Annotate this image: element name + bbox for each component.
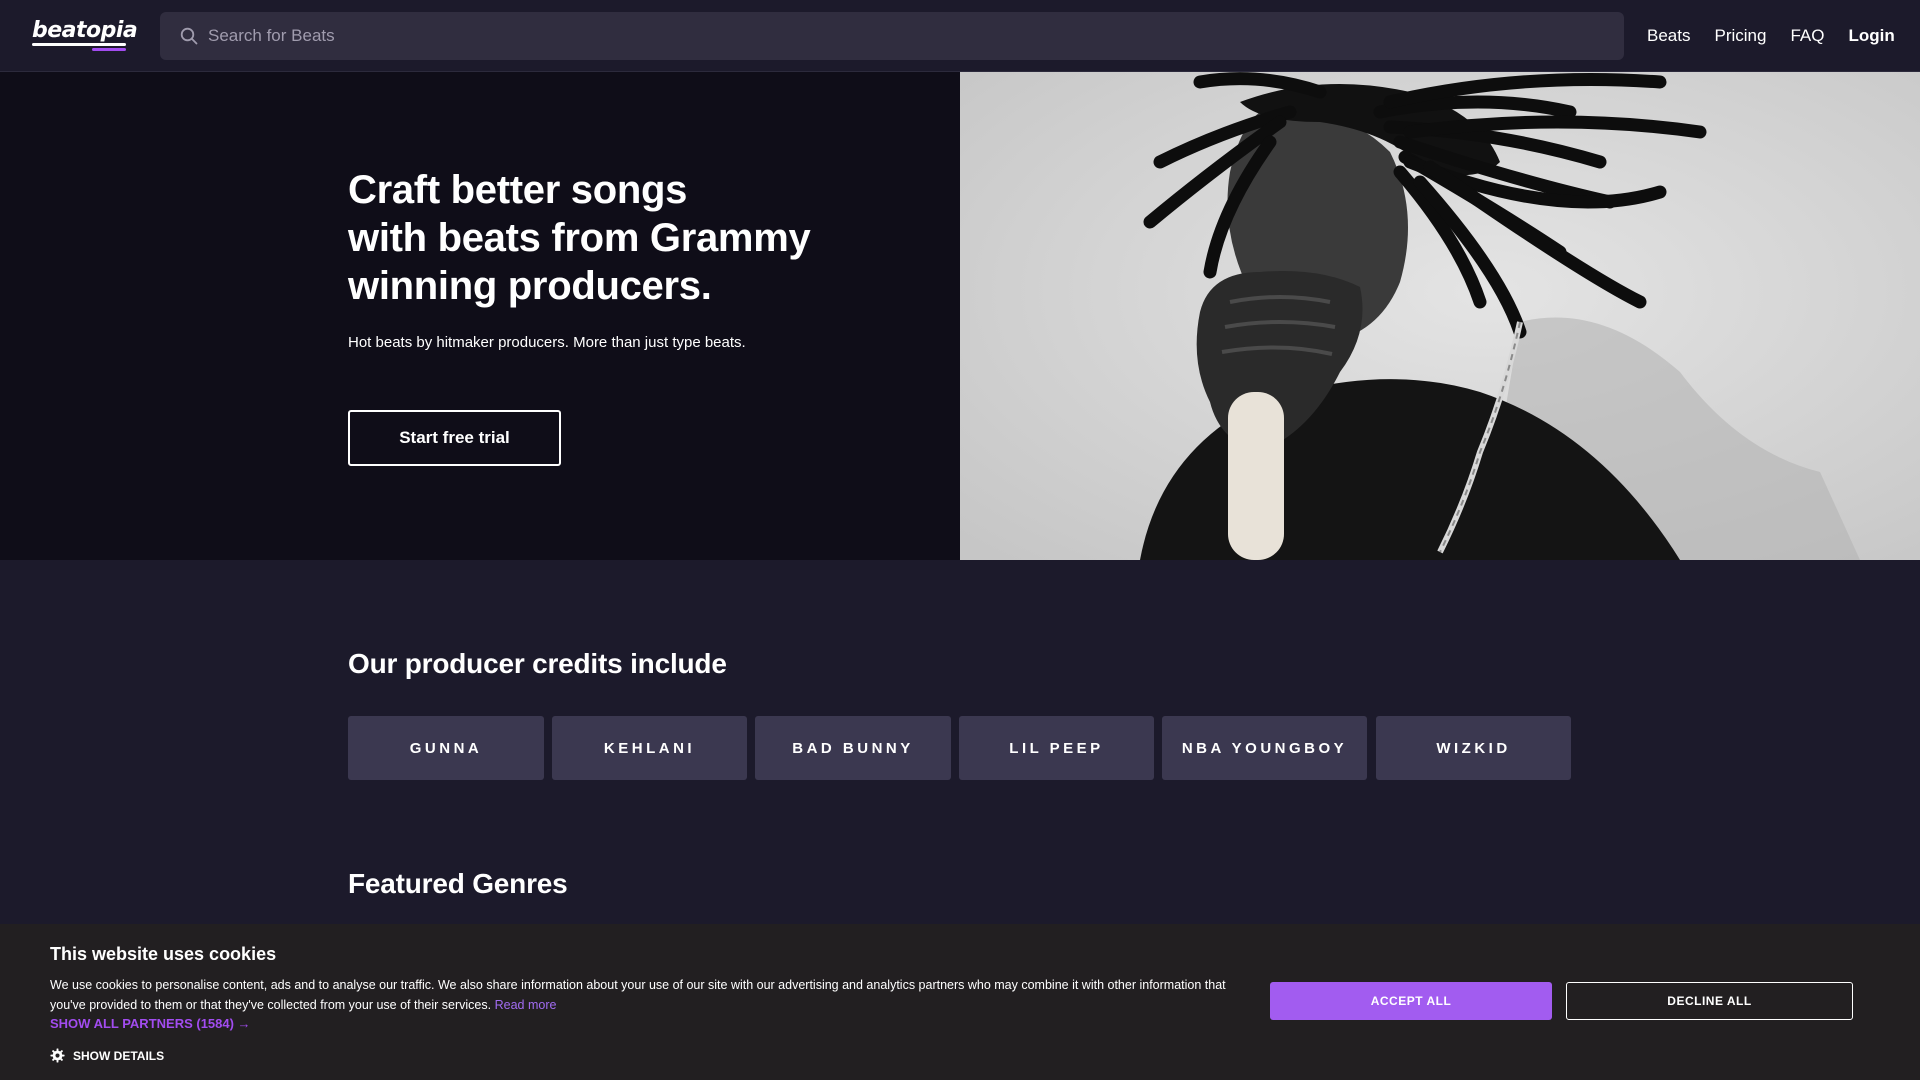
site-header: beatopia Beats Pricing FAQ Login — [0, 0, 1920, 72]
logo-text: beatopia — [32, 18, 138, 43]
logo[interactable]: beatopia — [32, 18, 138, 54]
decline-all-button[interactable]: DECLINE ALL — [1566, 982, 1853, 1020]
credit-bad-bunny[interactable]: BAD BUNNY — [755, 716, 951, 780]
read-more-link[interactable]: Read more — [495, 998, 557, 1012]
logo-accent-mark — [92, 48, 126, 51]
show-details-label: SHOW DETAILS — [73, 1048, 165, 1063]
cookie-title: This website uses cookies — [50, 944, 277, 964]
cookie-description: We use cookies to personalise content, a… — [50, 975, 1240, 1015]
search-bar[interactable] — [160, 12, 1624, 60]
credit-lil-peep[interactable]: LIL PEEP — [959, 716, 1154, 780]
cookie-body-text: We use cookies to personalise content, a… — [50, 978, 1226, 1012]
hero-section: Craft better songs with beats from Gramm… — [0, 72, 960, 560]
main-nav: Beats Pricing FAQ Login — [1647, 0, 1895, 72]
search-icon — [180, 27, 198, 45]
show-all-partners-link[interactable]: SHOW ALL PARTNERS (1584) → — [50, 1016, 251, 1031]
show-details-toggle[interactable]: SHOW DETAILS — [50, 1048, 164, 1063]
hero-title-line-3: winning producers. — [348, 264, 712, 308]
accept-all-button[interactable]: ACCEPT ALL — [1270, 982, 1552, 1020]
hero-title-line-2: with beats from Grammy — [348, 216, 811, 260]
search-input[interactable] — [208, 12, 1608, 60]
gear-icon — [50, 1048, 65, 1063]
nav-login[interactable]: Login — [1848, 26, 1894, 46]
logo-underline — [32, 43, 126, 46]
featured-genres-title: Featured Genres — [348, 868, 568, 899]
hero-subtitle: Hot beats by hitmaker producers. More th… — [348, 334, 746, 351]
artist-photo-illustration — [960, 72, 1920, 560]
credit-wizkid[interactable]: WIZKID — [1376, 716, 1571, 780]
cookie-banner: This website uses cookies We use cookies… — [0, 924, 1920, 1080]
nav-faq[interactable]: FAQ — [1790, 26, 1824, 46]
start-free-trial-button[interactable]: Start free trial — [348, 410, 561, 466]
nav-pricing[interactable]: Pricing — [1714, 26, 1766, 46]
hero-title: Craft better songs with beats from Gramm… — [348, 166, 908, 310]
credit-gunna[interactable]: GUNNA — [348, 716, 544, 780]
hero-photo — [960, 72, 1920, 560]
credit-kehlani[interactable]: KEHLANI — [552, 716, 747, 780]
credit-nba-youngboy[interactable]: NBA YOUNGBOY — [1162, 716, 1367, 780]
credits-title: Our producer credits include — [348, 648, 727, 679]
hero-title-line-1: Craft better songs — [348, 168, 688, 212]
nav-beats[interactable]: Beats — [1647, 26, 1690, 46]
